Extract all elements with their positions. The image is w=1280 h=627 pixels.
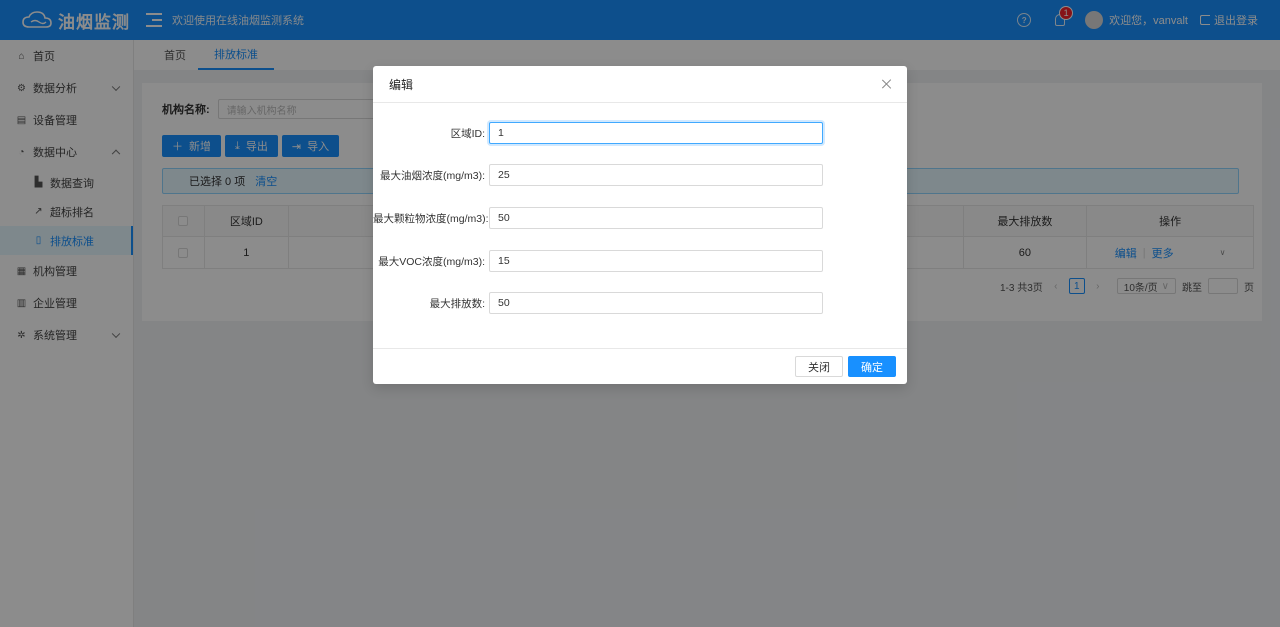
max-voc-label: 最大VOC浓度(mg/m3):: [378, 255, 485, 268]
max-particulate-label: 最大颗粒物浓度(mg/m3):: [373, 212, 489, 225]
region-id-input[interactable]: 1: [489, 122, 823, 144]
form-row-max-emission: 最大排放数: 50: [373, 292, 907, 314]
form-row-region-id: 区域ID: 1: [373, 122, 907, 144]
form-row-max-voc: 最大VOC浓度(mg/m3): 15: [373, 250, 907, 272]
max-emission-label: 最大排放数:: [429, 297, 485, 310]
max-emission-input[interactable]: 50: [489, 292, 823, 314]
form-row-max-particulate: 最大颗粒物浓度(mg/m3): 50: [373, 207, 907, 229]
edit-modal: 编辑 区域ID: 1 最大油烟浓度(mg/m3): 25 最大颗粒物浓度(mg/…: [373, 66, 907, 384]
modal-header: 编辑: [373, 66, 907, 103]
modal-footer: 关闭 确定: [373, 348, 907, 384]
form-row-max-fume: 最大油烟浓度(mg/m3): 25: [373, 164, 907, 186]
modal-title: 编辑: [389, 77, 414, 92]
region-id-label: 区域ID:: [450, 127, 485, 140]
close-icon[interactable]: [881, 78, 893, 90]
max-fume-input[interactable]: 25: [489, 164, 823, 186]
confirm-button[interactable]: 确定: [848, 356, 896, 377]
max-voc-input[interactable]: 15: [489, 250, 823, 272]
max-fume-label: 最大油烟浓度(mg/m3):: [380, 169, 485, 182]
close-button[interactable]: 关闭: [795, 356, 843, 377]
max-particulate-input[interactable]: 50: [489, 207, 823, 229]
